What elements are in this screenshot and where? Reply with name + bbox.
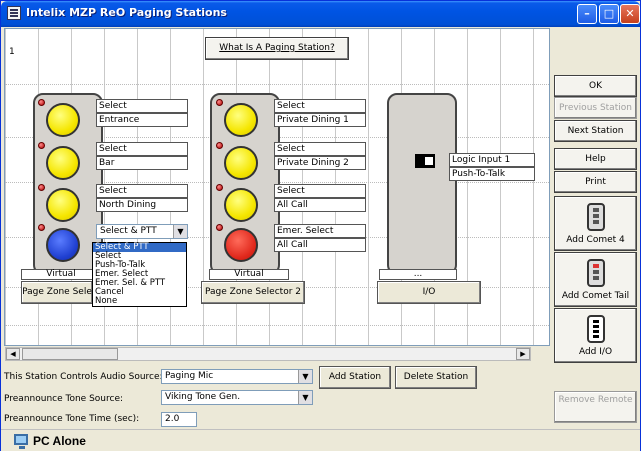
led-indicator	[38, 99, 45, 106]
what-is-paging-station-button[interactable]: What Is A Paging Station?	[205, 37, 349, 60]
close-button[interactable]: ✕	[620, 4, 640, 24]
scroll-left-icon[interactable]: ◀	[6, 348, 20, 360]
dropdown-option[interactable]: None	[93, 297, 186, 306]
remove-remote-button[interactable]: Remove Remote	[554, 391, 637, 423]
zone-button-3[interactable]: Select North Dining	[38, 184, 188, 224]
add-comet-tail-button[interactable]: Add Comet Tail	[554, 252, 637, 307]
add-io-label: Add I/O	[578, 347, 613, 357]
chevron-down-icon[interactable]: ▼	[298, 391, 312, 404]
button-zone-label[interactable]: Private Dining 2	[274, 156, 366, 170]
zone-button-circle[interactable]	[46, 188, 80, 222]
led-indicator	[38, 224, 45, 231]
button-zone-label[interactable]: All Call	[274, 198, 366, 212]
button-function-label[interactable]: Select	[274, 142, 366, 156]
led-indicator	[216, 99, 223, 106]
button-function-label[interactable]: Emer. Select	[274, 224, 366, 238]
print-button[interactable]: Print	[554, 171, 637, 193]
zone-button-4[interactable]: Emer. Select All Call	[216, 224, 366, 264]
zone-button-circle[interactable]	[46, 103, 80, 137]
zone-button-1[interactable]: Select Entrance	[38, 99, 188, 139]
next-station-button[interactable]: Next Station	[554, 120, 637, 142]
zone-button-1[interactable]: Select Private Dining 1	[216, 99, 366, 139]
grid-line	[5, 325, 549, 326]
preannounce-source-select[interactable]: Viking Tone Gen. ▼	[161, 390, 313, 405]
main-window: Intelix MZP ReO Paging Stations – □ ✕ 1 …	[0, 0, 641, 451]
station-canvas[interactable]: 1 What Is A Paging Station? Select Entra…	[4, 28, 550, 346]
led-indicator	[216, 184, 223, 191]
add-io-button[interactable]: Add I/O	[554, 308, 637, 363]
zone-button-circle[interactable]	[224, 103, 258, 137]
horizontal-scrollbar[interactable]: ◀ ▶	[5, 347, 531, 361]
audio-source-value: Paging Mic	[165, 371, 214, 381]
audio-source-select[interactable]: Paging Mic ▼	[161, 369, 313, 384]
computer-icon	[14, 434, 28, 449]
led-indicator	[38, 184, 45, 191]
zone-button-circle[interactable]	[224, 228, 258, 262]
chevron-down-icon[interactable]: ▼	[298, 370, 312, 383]
button-function-combo[interactable]: Select & PTT ▼	[96, 224, 188, 239]
status-bar: PC Alone	[1, 429, 640, 451]
button-zone-label[interactable]: Bar	[96, 156, 188, 170]
scroll-right-icon[interactable]: ▶	[516, 348, 530, 360]
button-zone-label[interactable]: All Call	[274, 238, 366, 252]
add-station-button[interactable]: Add Station	[319, 366, 391, 389]
combo-value: Select & PTT	[100, 226, 157, 236]
add-comet-tail-label: Add Comet Tail	[561, 291, 630, 301]
station-type-label: ...	[379, 269, 457, 280]
previous-station-button[interactable]: Previous Station	[554, 97, 637, 119]
maximize-button[interactable]: □	[599, 4, 619, 24]
preannounce-source-label: Preannounce Tone Source:	[4, 394, 124, 404]
button-function-label[interactable]: Select	[96, 99, 188, 113]
help-button[interactable]: Help	[554, 148, 637, 170]
preannounce-time-input[interactable]: 2.0	[161, 412, 197, 427]
comet-4-icon	[587, 203, 605, 231]
zone-button-circle[interactable]	[224, 146, 258, 180]
io-module-icon	[587, 315, 605, 343]
title-bar[interactable]: Intelix MZP ReO Paging Stations – □ ✕	[1, 1, 640, 27]
window-title: Intelix MZP ReO Paging Stations	[26, 6, 227, 19]
button-function-label[interactable]: Select	[96, 184, 188, 198]
station-type-label: Virtual	[21, 269, 101, 280]
led-indicator	[216, 224, 223, 231]
button-function-label[interactable]: Select	[274, 99, 366, 113]
audio-source-label: This Station Controls Audio Source:	[4, 372, 163, 382]
add-comet-4-label: Add Comet 4	[566, 235, 625, 245]
io-connector-icon	[415, 154, 435, 168]
station-io-name-button[interactable]: I/O	[377, 281, 481, 304]
io-function-label[interactable]: Push-To-Talk	[449, 167, 535, 181]
zone-button-circle[interactable]	[46, 146, 80, 180]
station-2-name-button[interactable]: Page Zone Selector 2	[201, 281, 305, 304]
app-icon	[7, 6, 21, 20]
ok-button[interactable]: OK	[554, 75, 637, 97]
grid-line	[5, 84, 549, 85]
scrollbar-thumb[interactable]	[22, 348, 118, 360]
what-is-paging-station-label: What Is A Paging Station?	[219, 43, 335, 53]
button-zone-label[interactable]: North Dining	[96, 198, 188, 212]
led-indicator	[216, 142, 223, 149]
button-zone-label[interactable]: Private Dining 1	[274, 113, 366, 127]
zone-button-2[interactable]: Select Bar	[38, 142, 188, 182]
button-function-label[interactable]: Select	[96, 142, 188, 156]
connection-mode-label: PC Alone	[33, 434, 86, 448]
add-comet-4-button[interactable]: Add Comet 4	[554, 196, 637, 251]
zone-button-circle[interactable]	[224, 188, 258, 222]
led-indicator	[38, 142, 45, 149]
zone-button-circle[interactable]	[46, 228, 80, 262]
preannounce-time-label: Preannounce Tone Time (sec):	[4, 414, 140, 424]
preannounce-source-value: Viking Tone Gen.	[165, 392, 241, 402]
zone-button-2[interactable]: Select Private Dining 2	[216, 142, 366, 182]
station-type-label: Virtual	[209, 269, 289, 280]
station-1-name-button[interactable]: Page Zone Sele	[21, 281, 93, 304]
chevron-down-icon[interactable]: ▼	[173, 225, 187, 238]
button-function-label[interactable]: Select	[274, 184, 366, 198]
minimize-button[interactable]: –	[577, 4, 597, 24]
station-panel-io[interactable]	[387, 93, 457, 275]
zone-button-3[interactable]: Select All Call	[216, 184, 366, 224]
delete-station-button[interactable]: Delete Station	[395, 366, 477, 389]
button-function-dropdown-list[interactable]: Select & PTT Select Push-To-Talk Emer. S…	[92, 242, 187, 307]
io-input-label[interactable]: Logic Input 1	[449, 153, 535, 167]
button-zone-label[interactable]: Entrance	[96, 113, 188, 127]
comet-tail-icon	[587, 259, 605, 287]
station-number: 1	[9, 47, 15, 57]
